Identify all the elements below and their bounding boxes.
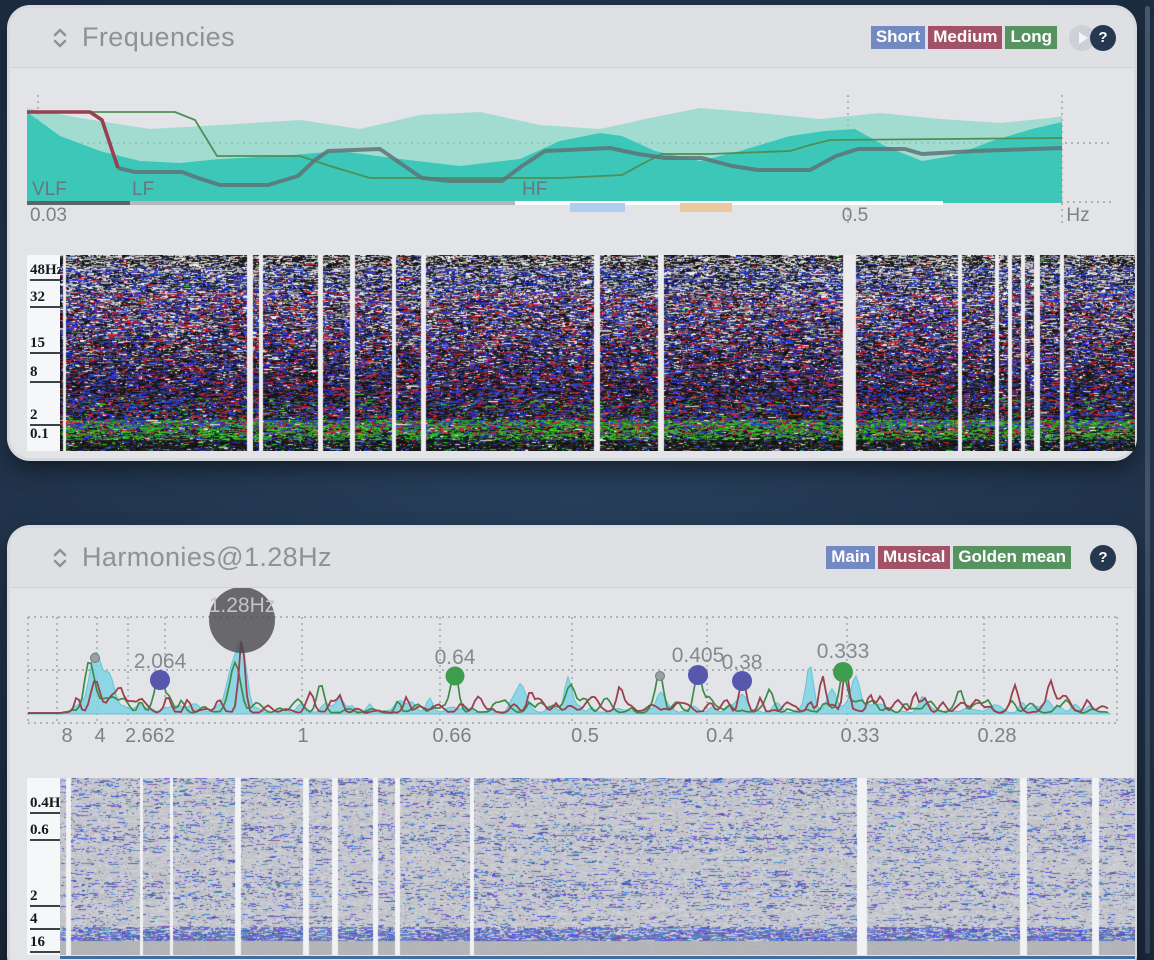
band-label-hf: HF — [522, 179, 547, 200]
frequencies-title: Frequencies — [82, 22, 235, 53]
scrollbar[interactable] — [1145, 6, 1150, 954]
harmonies-x-tick: 4 — [94, 725, 105, 747]
legend-chip-long[interactable]: Long — [1005, 26, 1057, 50]
x-tick-003: 0.03 — [30, 205, 67, 226]
frequencies-spectrogram — [60, 255, 1135, 451]
harmonic-peak-label: 1.28Hz — [209, 594, 276, 617]
harmonic-marker[interactable] — [150, 670, 170, 690]
band-label-vlf: VLF — [32, 179, 67, 200]
harmonic-marker[interactable] — [732, 671, 752, 691]
spec-y-tick: 48Hz — [30, 262, 64, 281]
harmonic-peak-label: 0.64 — [435, 646, 476, 669]
harmonic-peak-label: 2.064 — [134, 650, 187, 673]
legend-chip-medium[interactable]: Medium — [928, 26, 1002, 50]
spec-y-tick: 15 — [30, 335, 64, 354]
harmonies-x-tick: 8 — [61, 725, 72, 747]
collapse-frequencies-button[interactable] — [52, 26, 68, 50]
up-down-chevrons-icon — [52, 546, 68, 570]
frequencies-legend: Short Medium Long ? — [871, 25, 1116, 51]
harmonies-series — [28, 641, 1110, 714]
harmonies-x-tick: 0.28 — [978, 725, 1017, 747]
harmonic-marker[interactable] — [833, 662, 853, 682]
harmonies-x-tick: 2.662 — [125, 725, 175, 747]
spec-y-tick: 0.4Hz — [30, 795, 64, 814]
collapse-harmonies-button[interactable] — [52, 546, 68, 570]
frequencies-panel: Frequencies Short Medium Long ? VLF LF H… — [10, 8, 1134, 458]
harmonies-header: Harmonies@1.28Hz Main Musical Golden mea… — [10, 528, 1134, 588]
spec-y-tick: 8 — [30, 364, 64, 383]
x-axis-unit: Hz — [1066, 205, 1089, 226]
harmonies-x-tick: 0.5 — [571, 725, 599, 747]
harmonies-spectrogram — [60, 778, 1135, 955]
harmonies-x-tick: 0.66 — [433, 725, 472, 747]
legend-chip-golden-mean[interactable]: Golden mean — [953, 546, 1071, 570]
harmonies-x-tick: 1 — [297, 725, 308, 747]
frequencies-header: Frequencies Short Medium Long ? — [10, 8, 1134, 68]
harmonies-legend: Main Musical Golden mean ? — [826, 545, 1116, 571]
up-down-chevrons-icon — [52, 26, 68, 50]
play-icon — [1079, 32, 1088, 44]
legend-chip-short[interactable]: Short — [871, 26, 925, 50]
legend-chip-main[interactable]: Main — [826, 546, 875, 570]
help-button-frequencies[interactable]: ? — [1090, 25, 1116, 51]
help-button-harmonies[interactable]: ? — [1090, 545, 1116, 571]
harmonies-title: Harmonies@1.28Hz — [82, 542, 332, 573]
harmonic-peak-label: 0.405 — [672, 644, 725, 667]
harmonic-peak-label: 0.38 — [722, 651, 763, 674]
band-label-lf: LF — [132, 179, 154, 200]
harmonic-peak-label: 0.333 — [817, 640, 870, 663]
harmonies-x-tick: 0.4 — [706, 725, 734, 747]
spec-y-tick: 2 — [30, 407, 64, 426]
harmonies-x-tick: 0.33 — [841, 725, 880, 747]
frequencies-band-strips — [27, 201, 943, 212]
legend-chip-musical[interactable]: Musical — [878, 546, 950, 570]
harmonies-peak-markers: 2.064 1.28Hz 0.64 0.4050.38 0.333 — [91, 587, 870, 691]
harmonies-x-ticks: 84 2.662 1 0.66 0.5 0.4 0.33 0.28 — [61, 725, 1016, 747]
x-tick-05: 0.5 — [842, 205, 868, 226]
harmonies-panel: Harmonies@1.28Hz Main Musical Golden mea… — [10, 528, 1134, 960]
spec-y-tick: 0.1 — [30, 426, 64, 443]
harmonic-marker[interactable] — [688, 665, 708, 685]
spectrogram-bottom-line — [60, 956, 1135, 959]
spec-y-tick: 16 — [30, 934, 64, 953]
harmonic-marker[interactable] — [446, 667, 465, 686]
app-screen: Frequencies Short Medium Long ? VLF LF H… — [0, 0, 1154, 960]
spec-y-tick: 4 — [30, 911, 64, 930]
spec-y-tick: 0.6 — [30, 822, 64, 841]
spec-y-tick: 32 — [30, 289, 64, 308]
spec-y-tick: 2 — [30, 888, 64, 907]
